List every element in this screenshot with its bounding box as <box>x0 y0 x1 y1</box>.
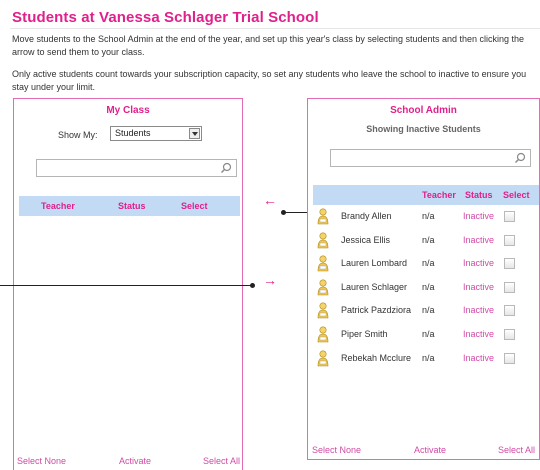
my-class-panel: My Class Show My: Students Teacher Statu… <box>13 98 243 470</box>
my-class-select-none-link[interactable]: Select None <box>17 456 66 466</box>
student-teacher: n/a <box>422 211 435 221</box>
school-admin-col-status[interactable]: Status <box>465 190 493 200</box>
student-status: Inactive <box>463 329 495 339</box>
student-teacher: n/a <box>422 329 435 339</box>
student-name: Jessica Ellis <box>341 234 391 245</box>
student-icon <box>317 232 329 248</box>
student-status: Inactive <box>463 211 495 221</box>
student-teacher: n/a <box>422 258 435 269</box>
school-admin-select-none-link[interactable]: Select None <box>312 445 361 455</box>
my-class-col-select[interactable]: Select <box>181 201 208 211</box>
student-select-checkbox[interactable] <box>504 329 515 340</box>
chevron-down-icon[interactable] <box>189 128 200 139</box>
my-class-title: My Class <box>106 105 150 116</box>
student-select-checkbox[interactable] <box>504 305 515 317</box>
student-row[interactable]: Rebekah Mcclure n/a Inactive <box>308 348 539 370</box>
student-name: Lauren Schlager <box>341 281 408 292</box>
student-select-checkbox[interactable] <box>504 234 515 246</box>
student-select-checkbox[interactable] <box>504 352 515 364</box>
student-teacher: n/a <box>422 281 435 292</box>
show-my-label: Show My: <box>58 130 98 140</box>
show-my-select[interactable]: Students <box>110 126 202 141</box>
student-row[interactable]: Lauren Schlager n/a Inactive <box>308 277 539 299</box>
my-class-select-all-link[interactable]: Select All <box>203 456 240 466</box>
callout-dot-left <box>250 283 255 288</box>
school-admin-title: School Admin <box>390 105 457 116</box>
student-icon <box>317 350 329 366</box>
my-class-col-status[interactable]: Status <box>118 201 146 211</box>
student-status: Inactive <box>463 281 495 292</box>
student-row[interactable]: Patrick Pazdziora n/a Inactive <box>308 300 539 322</box>
my-class-col-teacher[interactable]: Teacher <box>41 201 75 211</box>
callout-dot-right <box>281 210 286 215</box>
move-to-class-arrow[interactable]: → <box>263 273 277 287</box>
student-name: Patrick Pazdziora <box>341 305 412 316</box>
student-icon <box>317 302 329 319</box>
student-name: Lauren Lombard <box>341 258 408 269</box>
student-icon <box>317 255 329 272</box>
student-name: Rebekah Mcclure <box>341 352 412 363</box>
my-class-activate-link[interactable]: Activate <box>119 456 151 466</box>
student-row[interactable]: Piper Smith n/a Inactive <box>308 324 539 346</box>
search-icon[interactable] <box>514 152 526 164</box>
school-admin-col-select[interactable]: Select <box>503 190 530 200</box>
my-class-search-input[interactable] <box>36 159 237 177</box>
student-status: Inactive <box>463 352 495 363</box>
student-icon <box>317 326 329 343</box>
description-capacity: Only active students count towards your … <box>12 69 527 92</box>
title-divider <box>10 28 540 29</box>
student-select-checkbox[interactable] <box>504 258 515 270</box>
school-admin-table-header: Teacher Status Select <box>313 185 539 205</box>
school-admin-activate-link[interactable]: Activate <box>414 445 446 455</box>
show-my-value: Students <box>115 128 151 138</box>
school-admin-select-all-link[interactable]: Select All <box>498 445 535 455</box>
student-select-checkbox[interactable] <box>504 281 515 293</box>
student-teacher: n/a <box>422 234 435 245</box>
student-name: Piper Smith <box>341 329 388 339</box>
student-teacher: n/a <box>422 352 435 363</box>
student-teacher: n/a <box>422 305 435 316</box>
student-status: Inactive <box>463 305 495 316</box>
student-icon <box>317 279 329 296</box>
my-class-table-header: Teacher Status Select <box>19 196 240 216</box>
student-status: Inactive <box>463 258 495 269</box>
school-admin-col-teacher[interactable]: Teacher <box>422 190 456 200</box>
move-to-admin-arrow[interactable]: ← <box>263 193 277 207</box>
page-title: Students at Vanessa Schlager Trial Schoo… <box>12 9 319 26</box>
description-move: Move students to the School Admin at the… <box>12 34 525 57</box>
school-admin-subtitle: Showing Inactive Students <box>366 124 481 134</box>
student-icon <box>317 208 329 225</box>
school-admin-search-input[interactable] <box>330 149 531 167</box>
callout-line-left <box>0 285 253 286</box>
student-name: Brandy Allen <box>341 211 392 221</box>
student-row[interactable]: Brandy Allen n/a Inactive <box>308 206 539 228</box>
student-status: Inactive <box>463 234 495 245</box>
school-admin-panel: School Admin Showing Inactive Students T… <box>307 98 540 460</box>
search-icon[interactable] <box>220 162 232 174</box>
student-select-checkbox[interactable] <box>504 211 515 222</box>
student-row[interactable]: Lauren Lombard n/a Inactive <box>308 253 539 275</box>
student-row[interactable]: Jessica Ellis n/a Inactive <box>308 230 539 252</box>
